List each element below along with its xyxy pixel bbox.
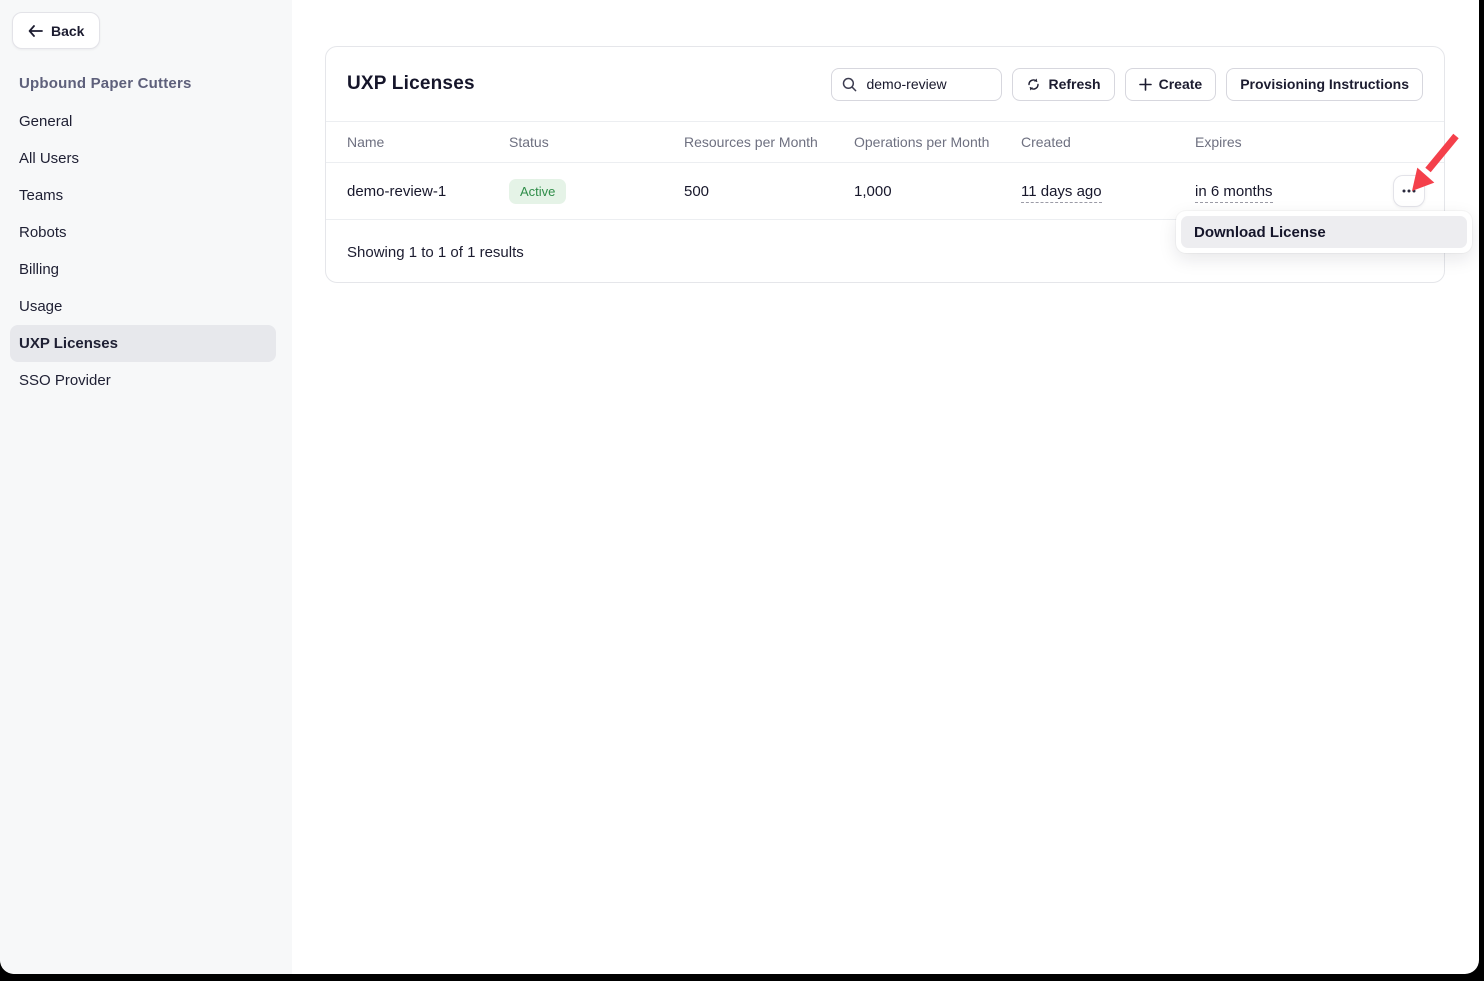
row-actions-button[interactable]: [1393, 175, 1425, 207]
column-header-resources: Resources per Month: [684, 134, 854, 150]
back-button-label: Back: [51, 23, 84, 39]
search-input[interactable]: [864, 75, 991, 93]
refresh-button[interactable]: Refresh: [1012, 68, 1114, 101]
menu-item-label: Download License: [1194, 224, 1326, 241]
search-box[interactable]: [831, 68, 1002, 101]
sidebar-item-billing[interactable]: Billing: [10, 251, 276, 288]
refresh-button-label: Refresh: [1048, 76, 1100, 92]
row-actions-menu: Download License: [1176, 211, 1472, 253]
sidebar-item-all-users[interactable]: All Users: [10, 140, 276, 177]
column-header-status: Status: [509, 134, 684, 150]
sidebar-item-label: Billing: [19, 261, 59, 278]
sidebar-item-label: SSO Provider: [19, 372, 111, 389]
settings-sidebar: Back Upbound Paper Cutters General All U…: [0, 0, 292, 974]
sidebar-item-uxp-licenses[interactable]: UXP Licenses: [10, 325, 276, 362]
refresh-icon: [1026, 77, 1041, 92]
sidebar-item-robots[interactable]: Robots: [10, 214, 276, 251]
toolbar: Refresh Create Provisioning Instructions: [831, 68, 1423, 101]
sidebar-item-general[interactable]: General: [10, 103, 276, 140]
sidebar-item-label: General: [19, 113, 72, 130]
page-title: UXP Licenses: [347, 73, 475, 95]
organization-name: Upbound Paper Cutters: [19, 75, 192, 92]
sidebar-item-label: All Users: [19, 150, 79, 167]
resources-per-month-value: 500: [684, 183, 854, 200]
menu-item-download-license[interactable]: Download License: [1181, 216, 1467, 248]
plus-icon: [1139, 78, 1152, 91]
search-icon: [842, 77, 857, 92]
column-header-operations: Operations per Month: [854, 134, 1021, 150]
table-header-row: Name Status Resources per Month Operatio…: [326, 121, 1444, 163]
expires-value: in 6 months: [1195, 183, 1273, 203]
create-button-label: Create: [1159, 76, 1203, 92]
back-button[interactable]: Back: [12, 12, 100, 49]
app-window: Back Upbound Paper Cutters General All U…: [0, 0, 1479, 974]
sidebar-item-label: Teams: [19, 187, 63, 204]
sidebar-item-label: Robots: [19, 224, 67, 241]
sidebar-nav: General All Users Teams Robots Billing U…: [0, 103, 292, 399]
back-arrow-icon: [28, 25, 43, 37]
column-header-name: Name: [347, 134, 509, 150]
sidebar-item-teams[interactable]: Teams: [10, 177, 276, 214]
more-options-icon: [1402, 189, 1416, 193]
created-value: 11 days ago: [1021, 183, 1102, 203]
sidebar-item-label: Usage: [19, 298, 62, 315]
sidebar-item-label: UXP Licenses: [19, 335, 118, 352]
operations-per-month-value: 1,000: [854, 183, 1021, 200]
sidebar-item-usage[interactable]: Usage: [10, 288, 276, 325]
sidebar-item-sso-provider[interactable]: SSO Provider: [10, 362, 276, 399]
column-header-expires: Expires: [1195, 134, 1379, 150]
provisioning-instructions-button[interactable]: Provisioning Instructions: [1226, 68, 1423, 101]
provisioning-instructions-label: Provisioning Instructions: [1240, 76, 1409, 92]
create-button[interactable]: Create: [1125, 68, 1217, 101]
column-header-created: Created: [1021, 134, 1195, 150]
card-header: UXP Licenses: [326, 47, 1444, 121]
status-badge: Active: [509, 179, 566, 204]
license-name: demo-review-1: [347, 183, 509, 200]
